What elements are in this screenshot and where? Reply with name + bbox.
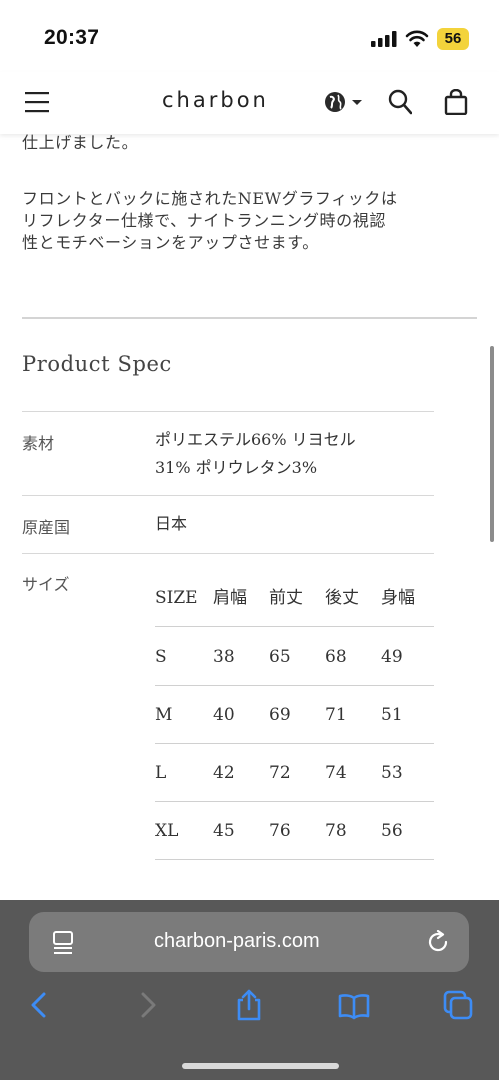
table-cell: 49 (381, 647, 403, 667)
table-row: S 38 65 68 49 (155, 628, 434, 686)
size-table-header: SIZE 肩幅 前丈 後丈 身幅 (155, 569, 434, 627)
address-bar[interactable]: charbon-paris.com (29, 912, 469, 972)
description-line: リフレクター仕様で、ナイトランニング時の視認 (22, 211, 386, 230)
table-cell: M (155, 705, 173, 725)
origin-value: 日本 (155, 514, 188, 533)
spec-title: Product Spec (22, 352, 172, 376)
cellular-signal-icon (371, 31, 397, 47)
table-cell: 72 (269, 763, 291, 783)
table-header-cell: SIZE (155, 588, 198, 608)
spec-divider (22, 411, 434, 412)
table-cell: L (155, 763, 167, 783)
material-value-line: 31% ポリウレタン3% (155, 458, 318, 477)
table-header-cell: 後丈 (325, 588, 359, 608)
page-scrollbar[interactable] (490, 346, 494, 542)
table-row: M 40 69 71 51 (155, 686, 434, 744)
size-label: サイズ (22, 575, 70, 594)
home-indicator[interactable] (182, 1063, 339, 1069)
url-text[interactable]: charbon-paris.com (154, 930, 320, 953)
table-cell: XL (155, 821, 179, 841)
site-header: charbon (0, 72, 499, 134)
table-cell: 76 (269, 821, 291, 841)
browser-toolbar: charbon-paris.com (0, 900, 499, 1080)
back-icon[interactable] (24, 988, 56, 1022)
status-time: 20:37 (44, 26, 100, 49)
bag-icon[interactable] (444, 89, 468, 115)
search-icon[interactable] (388, 89, 412, 115)
battery-indicator: 56 (437, 28, 469, 50)
description-line: フロントとバックに施されたNEWグラフィックは (22, 189, 398, 208)
table-cell: 65 (269, 647, 291, 667)
table-cell: 68 (325, 647, 347, 667)
description-partial-line: 仕上げました。 (22, 134, 139, 152)
reload-icon[interactable] (426, 930, 450, 954)
origin-label: 原産国 (22, 518, 71, 537)
table-cell: 71 (325, 705, 347, 725)
table-header-cell: 肩幅 (213, 588, 247, 608)
table-header-cell: 身幅 (381, 588, 415, 608)
section-divider (22, 317, 477, 319)
spec-divider (22, 495, 434, 496)
table-cell: 53 (381, 763, 403, 783)
product-description: フロントとバックに施されたNEWグラフィックは リフレクター仕様で、ナイトランニ… (22, 188, 482, 254)
table-cell: 40 (213, 705, 235, 725)
page-menu-icon[interactable] (51, 930, 75, 956)
material-value: ポリエステル66% リヨセル 31% ポリウレタン3% (155, 426, 356, 482)
table-cell: 69 (269, 705, 291, 725)
table-row: XL 45 76 78 56 (155, 802, 434, 860)
brand-logo[interactable]: charbon (162, 88, 269, 112)
menu-icon[interactable] (25, 91, 49, 113)
spec-divider (22, 553, 434, 554)
table-cell: 78 (325, 821, 347, 841)
forward-icon[interactable] (131, 988, 163, 1022)
table-row: L 42 72 74 53 (155, 744, 434, 802)
table-cell: 45 (213, 821, 235, 841)
table-cell: 56 (381, 821, 403, 841)
table-header-cell: 前丈 (269, 588, 303, 608)
description-line: 性とモチベーションをアップさせます。 (22, 233, 319, 252)
table-cell: 42 (213, 763, 235, 783)
table-cell: 51 (381, 705, 403, 725)
share-icon[interactable] (233, 988, 265, 1022)
bookmarks-icon[interactable] (338, 988, 370, 1022)
material-label: 素材 (22, 434, 55, 453)
wifi-icon (405, 30, 429, 47)
globe-icon[interactable] (324, 91, 362, 113)
material-value-line: ポリエステル66% リヨセル (155, 430, 356, 449)
tabs-overview-icon[interactable] (442, 988, 474, 1022)
chevron-down-icon (352, 100, 362, 105)
table-cell: 38 (213, 647, 235, 667)
table-cell: S (155, 647, 167, 667)
status-bar: 20:37 56 (0, 0, 499, 72)
table-cell: 74 (325, 763, 347, 783)
product-content: 仕上げました。 フロントとバックに施されたNEWグラフィックは リフレクター仕様… (0, 134, 499, 900)
